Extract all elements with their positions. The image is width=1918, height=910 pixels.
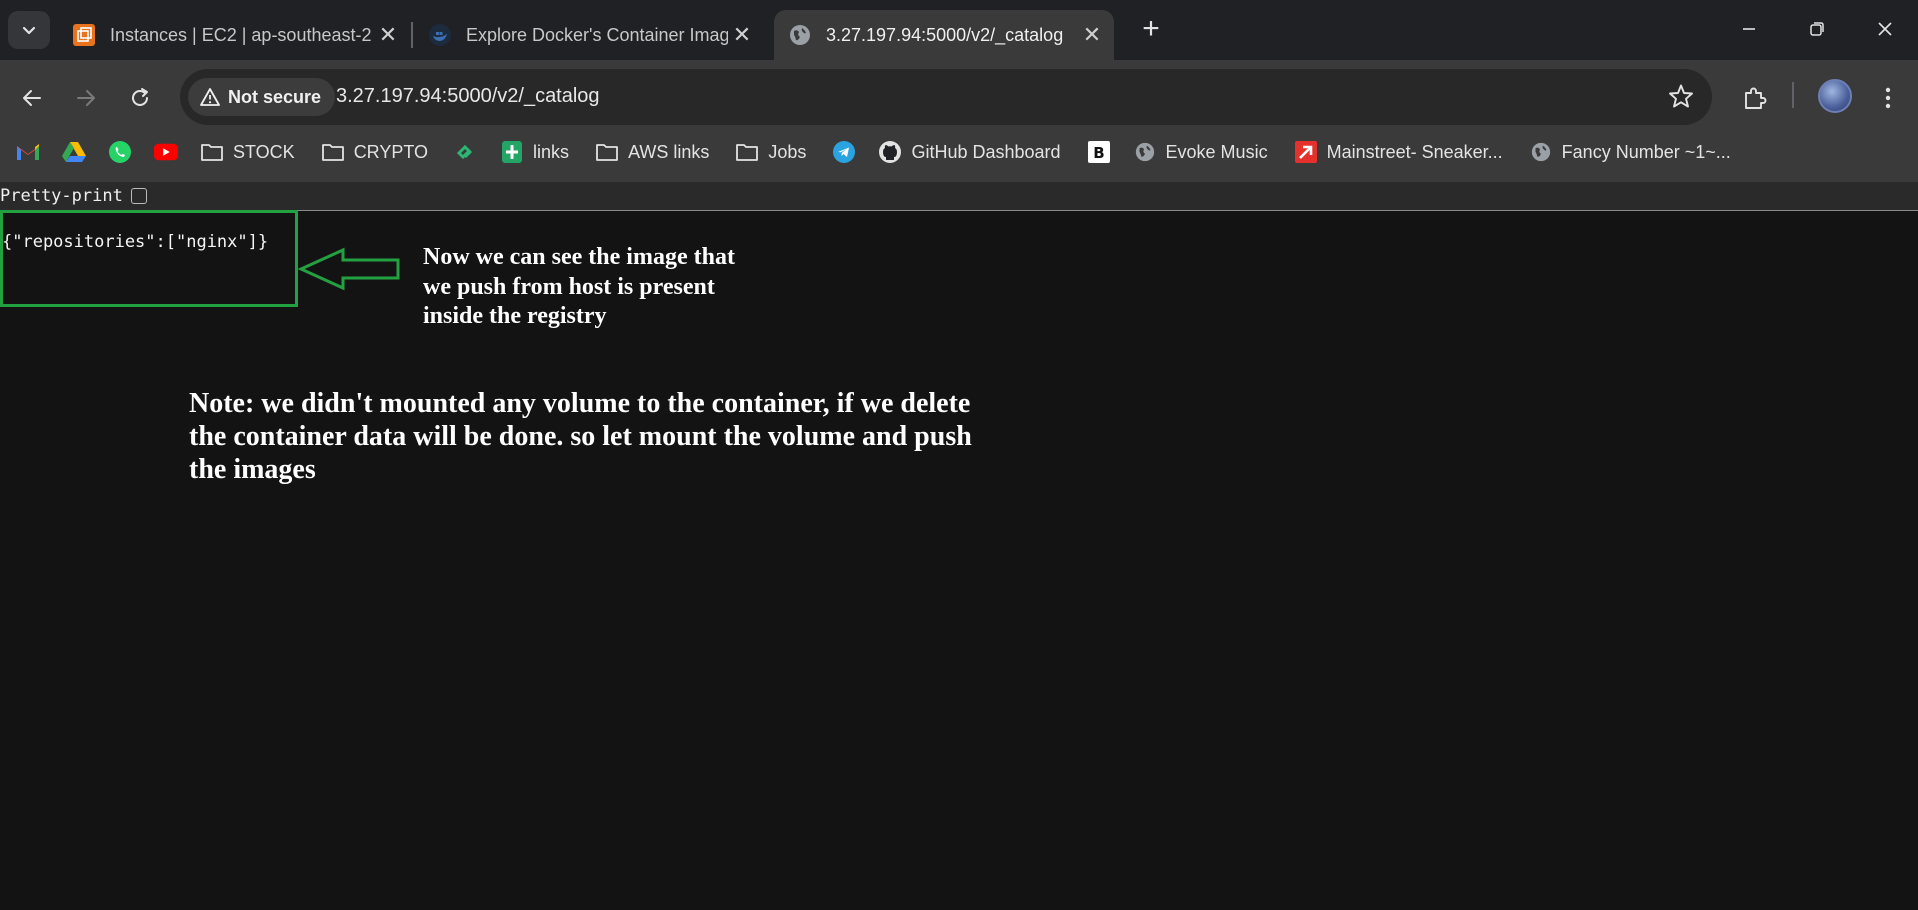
tab-title: Explore Docker's Container Images: [466, 24, 728, 45]
folder-icon: [200, 140, 224, 164]
google-sheets-icon: [500, 140, 524, 164]
bookmark-folder-aws-links[interactable]: AWS links: [595, 140, 709, 164]
bookmark-b-logo[interactable]: B: [1087, 140, 1111, 164]
extensions-button[interactable]: [1734, 78, 1774, 118]
bookmark-label: Jobs: [768, 141, 807, 162]
url-text[interactable]: 3.27.197.94:5000/v2/_catalog: [336, 85, 600, 108]
tab-ec2-instances[interactable]: Instances | EC2 | ap-southeast-2 ✕: [58, 10, 410, 60]
chevron-down-icon: [22, 26, 36, 35]
youtube-icon: [154, 140, 178, 164]
more-vertical-icon: [1885, 87, 1891, 109]
bookmark-folder-crypto[interactable]: CRYPTO: [321, 140, 428, 164]
bookmark-star-icon[interactable]: [1668, 83, 1694, 109]
docker-icon: [429, 24, 451, 46]
red-arrow-icon: [1294, 140, 1318, 164]
menu-button[interactable]: [1868, 78, 1908, 118]
security-label: Not secure: [228, 86, 322, 107]
google-drive-icon: [62, 140, 86, 164]
annotation-note-right: Now we can see the image that we push fr…: [423, 244, 735, 329]
minimize-button[interactable]: [1726, 12, 1772, 46]
tab-registry-catalog[interactable]: 3.27.197.94:5000/v2/_catalog ✕: [774, 10, 1114, 60]
arrow-right-icon: [77, 90, 95, 106]
bookmark-label: Mainstreet- Sneaker...: [1326, 141, 1503, 162]
tab-title: 3.27.197.94:5000/v2/_catalog: [826, 24, 1064, 45]
new-tab-button[interactable]: +: [1134, 12, 1168, 46]
bookmark-links[interactable]: links: [500, 140, 569, 164]
folder-icon: [595, 140, 619, 164]
telegram-icon: [832, 140, 856, 164]
close-icon: [1878, 22, 1892, 36]
minimize-icon: [1743, 28, 1755, 30]
close-tab-icon[interactable]: ✕: [728, 22, 756, 48]
annotation-note-bottom: Note: we didn't mounted any volume to th…: [189, 388, 972, 485]
warning-icon: [200, 88, 220, 106]
folder-icon: [321, 140, 345, 164]
gmail-icon: [16, 140, 40, 164]
bookmarks-bar: STOCK CRYPTO links AWS links Jobs GitHub…: [0, 130, 1918, 174]
bookmark-google-drive[interactable]: [62, 140, 86, 164]
back-button[interactable]: [12, 78, 52, 118]
address-bar[interactable]: Not secure 3.27.197.94:5000/v2/_catalog: [180, 69, 1712, 125]
arrow-left-icon: [23, 90, 41, 106]
bookmark-label: GitHub Dashboard: [911, 141, 1061, 162]
bookmark-folder-stock[interactable]: STOCK: [200, 140, 295, 164]
folder-icon: [735, 140, 759, 164]
bookmark-label: CRYPTO: [353, 141, 429, 162]
browser-toolbar: Not secure 3.27.197.94:5000/v2/_catalog: [0, 60, 1918, 188]
bookmark-whatsapp[interactable]: [108, 140, 132, 164]
github-icon: [878, 140, 902, 164]
bookmark-mainstreet-sneaker[interactable]: Mainstreet- Sneaker...: [1294, 140, 1503, 164]
bookmark-label: Fancy Number ~1~...: [1561, 141, 1731, 162]
bookmark-telegram[interactable]: [832, 140, 856, 164]
reload-icon: [132, 88, 148, 106]
bookmark-github-dashboard[interactable]: GitHub Dashboard: [878, 140, 1061, 164]
bookmark-gmail[interactable]: [16, 140, 40, 164]
svg-text:B: B: [1093, 144, 1104, 162]
puzzle-icon: [1745, 87, 1767, 109]
close-window-button[interactable]: [1862, 12, 1908, 46]
bookmark-label: STOCK: [233, 141, 295, 162]
close-tab-icon[interactable]: ✕: [1078, 22, 1106, 48]
aws-ec2-icon: [73, 24, 95, 46]
bookmark-folder-jobs[interactable]: Jobs: [735, 140, 806, 164]
tab-strip: Instances | EC2 | ap-southeast-2 ✕ Explo…: [0, 0, 1918, 60]
annotation-arrow-icon: [298, 247, 400, 291]
bookmark-label: links: [533, 141, 570, 162]
globe-icon: [790, 25, 810, 45]
pretty-print-label: Pretty-print: [0, 186, 123, 206]
page-content: Pretty-print {"repositories":["nginx"]} …: [0, 182, 1918, 910]
tab-separator: [411, 22, 413, 48]
bookmark-youtube[interactable]: [154, 140, 178, 164]
tab-search-button[interactable]: [8, 11, 50, 49]
restore-button[interactable]: [1794, 12, 1840, 46]
pretty-print-bar: Pretty-print: [0, 182, 1918, 211]
whatsapp-icon: [108, 140, 132, 164]
bookmark-label: AWS links: [628, 141, 710, 162]
tab-docker-hub[interactable]: Explore Docker's Container Images ✕: [414, 10, 764, 60]
bookmark-label: Evoke Music: [1165, 141, 1268, 162]
site-info-button[interactable]: Not secure: [188, 78, 336, 116]
bookmark-green-logo[interactable]: [454, 140, 478, 164]
profile-avatar[interactable]: [1818, 79, 1852, 113]
green-logo-icon: [454, 140, 478, 164]
bookmark-fancy-number[interactable]: Fancy Number ~1~...: [1529, 140, 1731, 164]
bookmark-evoke-music[interactable]: Evoke Music: [1133, 140, 1268, 164]
toolbar-separator: [1792, 82, 1794, 108]
reload-button[interactable]: [120, 78, 160, 118]
tab-title: Instances | EC2 | ap-southeast-2: [110, 24, 372, 45]
forward-button[interactable]: [66, 78, 106, 118]
globe-icon: [1529, 140, 1553, 164]
pretty-print-checkbox[interactable]: [130, 188, 147, 204]
highlight-box: [0, 210, 298, 307]
globe-icon: [1133, 140, 1157, 164]
close-tab-icon[interactable]: ✕: [374, 22, 402, 48]
b-logo-icon: B: [1087, 140, 1111, 164]
restore-icon: [1810, 22, 1824, 36]
